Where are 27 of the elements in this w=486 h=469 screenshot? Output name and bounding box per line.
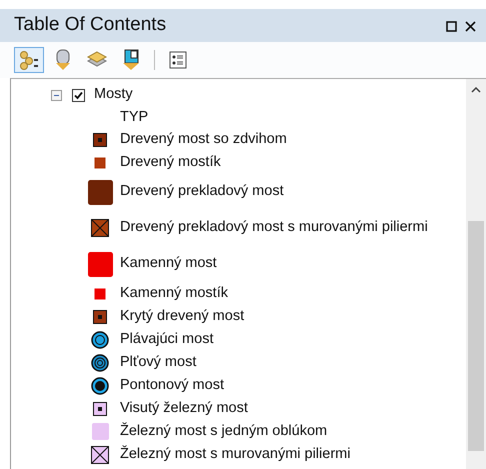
legend-label: Drevený mostík <box>120 152 221 172</box>
field-name: TYP <box>120 108 148 127</box>
legend-label: Visutý železný most <box>120 398 248 418</box>
database-icon <box>54 49 72 71</box>
layer-name[interactable]: Mosty <box>94 84 133 106</box>
window-title: Table Of Contents <box>14 13 166 38</box>
legend-label: Krytý drevený most <box>120 306 244 326</box>
legend-label: Plávajúci most <box>120 330 214 349</box>
collapse-icon[interactable] <box>51 90 62 100</box>
list-by-drawing-order-icon <box>18 50 40 70</box>
legend-label: Drevený prekladový most <box>120 182 284 202</box>
layer-checkbox[interactable] <box>72 88 85 102</box>
scroll-thumb[interactable] <box>468 221 484 451</box>
legend-label: Železný most s jedným oblúkom <box>120 421 328 441</box>
scrollbar[interactable] <box>466 79 486 469</box>
options-list-icon <box>169 51 187 69</box>
legend-label: Pontonový most <box>120 376 224 395</box>
legend-label: Plťový most <box>120 352 196 372</box>
list-by-drawing-order-button[interactable] <box>14 47 44 73</box>
legend-label: Drevený prekladový most s murovanými piliermi <box>120 218 428 238</box>
legend-label: Železný most s murovanými piliermi <box>120 444 350 464</box>
selection-icon <box>121 49 141 71</box>
scroll-up-icon[interactable] <box>471 87 481 93</box>
legend-label: Kamenný mostík <box>120 284 228 303</box>
legend-label: Kamenný most <box>120 254 217 274</box>
maximize-button[interactable] <box>444 18 459 33</box>
legend-label: Drevený most so zdvihom <box>120 130 287 149</box>
